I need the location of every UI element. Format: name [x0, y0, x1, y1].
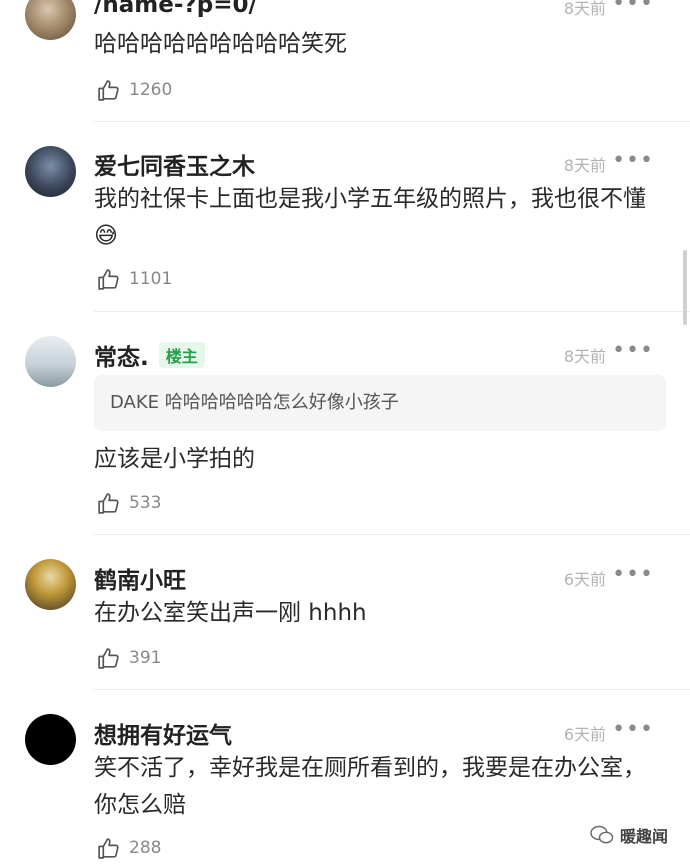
thumbs-up-icon — [98, 268, 119, 290]
thumbs-up-icon — [98, 79, 119, 101]
scrollbar[interactable] — [683, 250, 687, 325]
thumbs-up-icon — [98, 837, 119, 859]
avatar[interactable] — [25, 559, 76, 610]
quoted-reply[interactable]: DAKE 哈哈哈哈哈哈怎么好像小孩子 — [94, 375, 666, 431]
username[interactable]: 想拥有好运气 — [94, 716, 232, 750]
thumbs-up-icon — [98, 492, 119, 514]
comment-text: 哈哈哈哈哈哈哈哈哈笑死 — [94, 31, 347, 57]
ellipsis-icon[interactable]: ••• — [612, 150, 654, 172]
comment-text: 笑不活了，幸好我是在厕所看到的，我要是在办公室，你怎么赔 — [94, 755, 646, 818]
comment-time: 6天前 — [563, 725, 606, 744]
like-button[interactable]: 1260 — [96, 77, 172, 103]
watermark-text: 暖趣闻 — [619, 827, 668, 846]
thumbs-up-icon — [98, 647, 119, 669]
username[interactable]: 常态. 楼主 — [94, 338, 205, 372]
username[interactable]: 爱七同香玉之木 — [94, 147, 255, 181]
like-button[interactable]: 391 — [96, 645, 161, 671]
comment-time: 8天前 — [563, 347, 606, 366]
comment-text: 应该是小学拍的 — [94, 446, 255, 472]
ellipsis-icon[interactable]: ••• — [612, 719, 654, 741]
wechat-icon — [590, 825, 614, 844]
divider — [94, 121, 690, 122]
divider — [94, 311, 690, 312]
username-label: 常态. — [94, 345, 149, 371]
like-button[interactable]: 533 — [96, 490, 161, 516]
author-badge: 楼主 — [158, 342, 205, 368]
comment-time: 8天前 — [563, 156, 606, 175]
username[interactable]: /name-?p=0/ — [94, 0, 257, 18]
comment-time: 8天前 — [563, 0, 606, 18]
avatar[interactable] — [25, 0, 76, 40]
comment-time: 6天前 — [563, 570, 606, 589]
ellipsis-icon[interactable]: ••• — [612, 340, 654, 362]
divider — [94, 689, 690, 690]
watermark: 暖趣闻 — [590, 823, 668, 847]
avatar[interactable] — [25, 336, 76, 387]
comment-text: 在办公室笑出声一刚 hhhh — [94, 600, 367, 626]
username[interactable]: 鹤南小旺 — [94, 561, 186, 595]
ellipsis-icon[interactable]: ••• — [612, 0, 654, 15]
like-button[interactable]: 1101 — [96, 266, 172, 292]
like-count: 1101 — [129, 269, 173, 289]
like-button[interactable]: 288 — [96, 835, 161, 861]
avatar[interactable] — [25, 714, 76, 765]
avatar[interactable] — [25, 146, 76, 197]
like-count: 1260 — [129, 80, 173, 100]
ellipsis-icon[interactable]: ••• — [612, 564, 654, 586]
like-count: 533 — [129, 493, 162, 513]
like-count: 391 — [129, 648, 162, 668]
divider — [94, 534, 690, 535]
comment-text: 我的社保卡上面也是我小学五年级的照片，我也很不懂😅 — [94, 186, 646, 249]
like-count: 288 — [129, 838, 162, 858]
